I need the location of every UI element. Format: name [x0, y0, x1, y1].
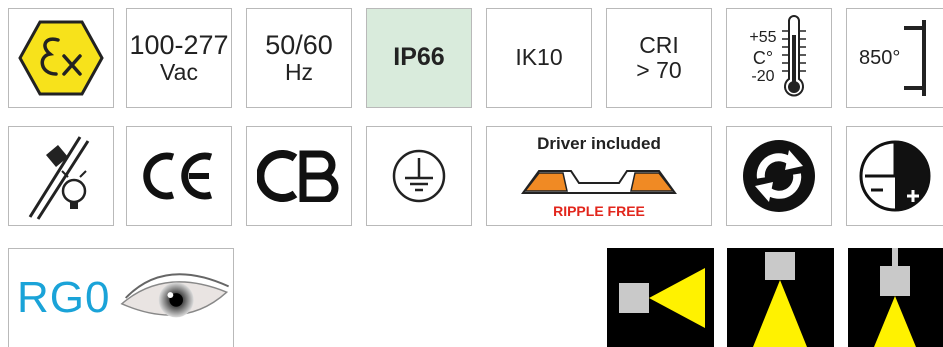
ik-rating-label: IK10 [515, 44, 563, 71]
beam-down-icon [753, 252, 807, 347]
beam-down-pendant-icon [874, 248, 916, 347]
driver-profile-icon [521, 169, 677, 194]
ce-mark-icon [143, 152, 213, 200]
ripple-free-label: RIPPLE FREE [553, 202, 645, 219]
frequency-tile: 50/60 Hz [246, 8, 352, 108]
glow-wire-label: 850° [859, 47, 901, 69]
cri-value: > 70 [636, 57, 682, 83]
cb-tile [246, 126, 352, 226]
thermometer-icon [781, 15, 806, 97]
driver-title: Driver included [537, 134, 661, 153]
glow-wire-icon [904, 20, 927, 96]
earth-ground-icon [392, 149, 446, 203]
cri-tile: CRI > 70 [606, 8, 712, 108]
temp-max: +55 [749, 29, 777, 47]
ce-tile [126, 126, 232, 226]
voltage-value: 100-277 [129, 29, 229, 60]
rg0-tile: RG0 [8, 248, 234, 347]
voltage-tile: 100-277 Vac [126, 8, 232, 108]
ik-rating-tile: IK10 [486, 8, 592, 108]
atex-ex-icon [18, 20, 104, 96]
frequency-value: 50/60 [265, 29, 333, 60]
beam-down-tile [727, 248, 834, 347]
recycle-icon [743, 140, 815, 212]
no-hot-lamp-tile [8, 126, 114, 226]
voltage-unit: Vac [160, 59, 198, 86]
temp-min: -20 [751, 68, 775, 86]
beam-side-tile [607, 248, 714, 347]
no-hot-lamp-icon [28, 136, 90, 220]
recycle-tile [726, 126, 832, 226]
cri-label: CRI [639, 31, 679, 58]
temp-unit: C° [752, 47, 774, 68]
earth-tile [366, 126, 472, 226]
temperature-tile: +55 C° -20 [726, 8, 832, 108]
dimmable-tile [846, 126, 943, 226]
glow-wire-tile: 850° [846, 8, 943, 108]
beam-down-pendant-tile [848, 248, 943, 347]
ip-rating-label: IP66 [393, 43, 445, 72]
dimmable-icon [859, 140, 931, 212]
frequency-unit: Hz [284, 59, 314, 86]
cb-mark-icon [257, 150, 339, 202]
ip-rating-tile: IP66 [366, 8, 472, 108]
eye-icon [120, 273, 230, 318]
driver-tile: Driver included RIPPLE FREE [486, 126, 712, 226]
beam-side-icon [619, 268, 705, 328]
atex-tile [8, 8, 114, 108]
rg0-label: RG0 [17, 272, 111, 322]
